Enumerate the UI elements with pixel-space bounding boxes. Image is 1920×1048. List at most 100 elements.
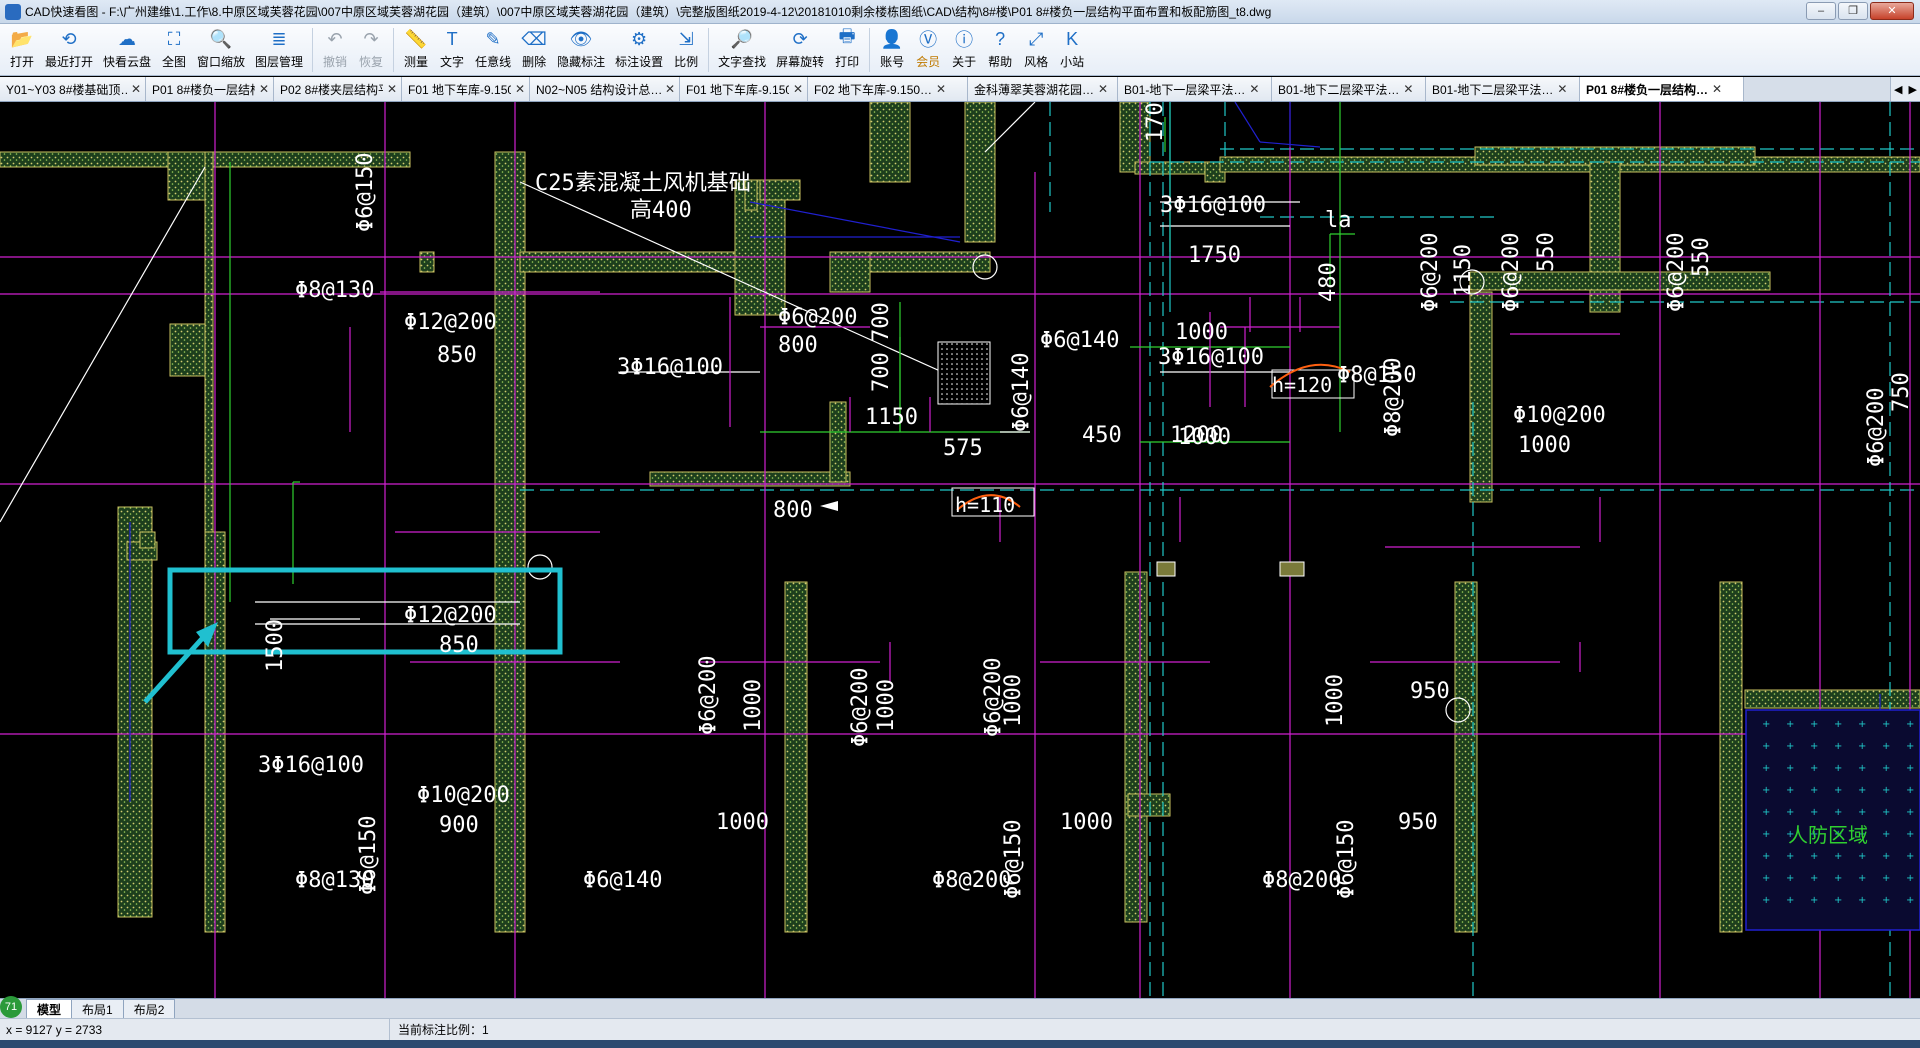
toolbar-help-button[interactable]: ? 帮助 bbox=[982, 24, 1018, 74]
toolbar-measure-button[interactable]: 📏 测量 bbox=[398, 24, 434, 74]
drawing-label: 950 bbox=[1398, 810, 1438, 835]
tab-close-icon[interactable]: ✕ bbox=[1249, 82, 1259, 96]
document-tab[interactable]: P01 8#楼负一层结构…✕ bbox=[1580, 77, 1744, 101]
drawing-label: 人防区域 bbox=[1788, 823, 1868, 847]
toolbar-folder-open-button[interactable]: 📂 打开 bbox=[4, 24, 40, 74]
cad-drawing[interactable]: + + + + + + + + + + + + + + + + + + + + + + + + + + + + + + + + + + + + + + + +… bbox=[0, 102, 1920, 998]
toolbar-text-search-button[interactable]: 🔎 文字查找 bbox=[713, 24, 771, 74]
document-tab[interactable]: P01 8#楼负一层结构…✕ bbox=[146, 77, 274, 101]
zone-mark: + bbox=[1834, 763, 1842, 774]
tab-scroll-right-icon[interactable]: ▶ bbox=[1909, 83, 1917, 96]
small-column bbox=[1156, 561, 1176, 577]
drawing-label: 1000 bbox=[874, 679, 899, 732]
document-tab[interactable]: B01-地下一层梁平法… ✕ bbox=[1118, 77, 1272, 101]
toolbar-label: 删除 bbox=[522, 55, 547, 69]
tab-close-icon[interactable]: ✕ bbox=[793, 82, 803, 96]
zone-mark: + bbox=[1786, 851, 1794, 862]
document-tab[interactable]: B01-地下二层梁平法… ✕ bbox=[1272, 77, 1426, 101]
layout-tab[interactable]: 模型 bbox=[26, 999, 73, 1018]
restore-button[interactable]: ❐ bbox=[1838, 2, 1868, 20]
toolbar-layers-button[interactable]: ≣ 图层管理 bbox=[250, 24, 308, 74]
toolbar-undo-button[interactable]: ↶ 撤销 bbox=[317, 24, 353, 74]
toolbar-info-button[interactable]: ⓘ 关于 bbox=[946, 24, 982, 74]
measure-icon: 📏 bbox=[404, 28, 428, 49]
toolbar-settings-button[interactable]: ⚙ 标注设置 bbox=[610, 24, 668, 74]
toolbar-redo-button[interactable]: ↷ 恢复 bbox=[353, 24, 389, 74]
tab-close-icon[interactable]: ✕ bbox=[131, 82, 141, 96]
zone-mark: + bbox=[1810, 763, 1818, 774]
layout-tab[interactable]: 布局2 bbox=[122, 999, 176, 1018]
toolbar-label: 小站 bbox=[1060, 55, 1085, 69]
notification-badge[interactable]: 71 bbox=[0, 996, 22, 1018]
toolbar-fit-view-button[interactable]: ⛶ 全图 bbox=[156, 24, 192, 74]
document-tab[interactable]: Y01~Y03 8#楼基础顶… ✕ bbox=[0, 77, 146, 101]
toolbar-text-button[interactable]: T 文字 bbox=[434, 24, 470, 74]
tab-close-icon[interactable]: ✕ bbox=[259, 82, 269, 96]
scale-icon: ⇲ bbox=[678, 28, 694, 49]
document-tab[interactable]: 金科薄翠芙蓉湖花园… ✕ bbox=[968, 77, 1118, 101]
document-tab-label: B01-地下二层梁平法… bbox=[1278, 82, 1400, 97]
tab-close-icon[interactable]: ✕ bbox=[387, 82, 397, 96]
layout-tab[interactable]: 布局1 bbox=[71, 999, 124, 1018]
document-tab[interactable]: F01 地下车库-9.150… ✕ bbox=[402, 77, 530, 101]
annotation-scale: 当前标注比例：1 bbox=[398, 1023, 489, 1037]
toolbar-user-button[interactable]: 👤 账号 bbox=[874, 24, 910, 74]
toolbar-label: 标注设置 bbox=[615, 55, 664, 69]
title-bar[interactable]: CAD快速看图 - F:\广州建维\1.工作\8.中原区域芙蓉花园\007中原区… bbox=[0, 0, 1920, 24]
toolbar-vip-button[interactable]: Ⓥ 会员 bbox=[910, 24, 946, 74]
toolbar-separator bbox=[393, 28, 395, 72]
text-search-icon: 🔎 bbox=[730, 28, 754, 49]
zone-mark: + bbox=[1882, 807, 1890, 818]
document-tabs: Y01~Y03 8#楼基础顶…✕P01 8#楼负一层结构…✕P02 8#楼夹层结… bbox=[0, 77, 1920, 102]
close-button[interactable]: ✕ bbox=[1870, 2, 1914, 20]
document-tab[interactable]: P02 8#楼夹层结构平… ✕ bbox=[274, 77, 402, 101]
toolbar-history-button[interactable]: ⟲ 最近打开 bbox=[40, 24, 98, 74]
tab-close-icon[interactable]: ✕ bbox=[1712, 82, 1722, 96]
zone-mark: + bbox=[1882, 785, 1890, 796]
zone-mark: + bbox=[1762, 851, 1770, 862]
document-tab[interactable]: B01-地下二层梁平法… ✕ bbox=[1426, 77, 1580, 101]
wall-hatch-group bbox=[0, 102, 1920, 933]
zone-mark: + bbox=[1882, 851, 1890, 862]
toolbar-label: 快看云盘 bbox=[103, 55, 152, 69]
cad-viewer-window: CAD快速看图 - F:\广州建维\1.工作\8.中原区域芙蓉花园\007中原区… bbox=[0, 0, 1920, 1048]
toolbar-eraser-button[interactable]: ⌫ 删除 bbox=[516, 24, 552, 74]
wall-segment bbox=[117, 506, 153, 918]
document-tab[interactable]: F01 地下车库-9.150… ✕ bbox=[680, 77, 808, 101]
toolbar-printer-button[interactable]: 🖶 打印 bbox=[829, 24, 865, 74]
drawing-label: 800 bbox=[778, 333, 818, 358]
drawing-label: 3Φ16@100 bbox=[1158, 345, 1264, 370]
toolbar-style-button[interactable]: ⤢ 风格 bbox=[1018, 24, 1054, 74]
tab-close-icon[interactable]: ✕ bbox=[665, 82, 675, 96]
user-icon: 👤 bbox=[880, 28, 904, 49]
tab-close-icon[interactable]: ✕ bbox=[515, 82, 525, 96]
drawing-canvas[interactable]: + + + + + + + + + + + + + + + + + + + + + + + + + + + + + + + + + + + + + + + +… bbox=[0, 102, 1920, 998]
toolbar-scale-button[interactable]: ⇲ 比例 bbox=[668, 24, 704, 74]
tab-close-icon[interactable]: ✕ bbox=[936, 82, 946, 96]
toolbar-label: 风格 bbox=[1024, 55, 1049, 69]
toolbar-eye-hide-button[interactable]: 👁 隐藏标注 bbox=[552, 24, 610, 74]
tab-close-icon[interactable]: ✕ bbox=[1098, 82, 1108, 96]
toolbar-zoom-window-button[interactable]: 🔍 窗口缩放 bbox=[192, 24, 250, 74]
drawing-label: 1150 bbox=[1451, 244, 1476, 297]
linework-group: + + + + + + + + + + + + + + + + + + + + + + + + + + + + + + + + + + + + + + + +… bbox=[0, 102, 1920, 998]
tab-close-icon[interactable]: ✕ bbox=[1403, 82, 1413, 96]
document-tab[interactable]: N02~N05 结构设计总… ✕ bbox=[530, 77, 680, 101]
wall-segment bbox=[419, 251, 435, 273]
toolbar-freeline-button[interactable]: ✎ 任意线 bbox=[470, 24, 516, 74]
document-tab[interactable]: F02 地下车库-9.150… ✕ bbox=[808, 77, 968, 101]
toolbar-label: 会员 bbox=[916, 55, 941, 69]
zone-mark: + bbox=[1786, 873, 1794, 884]
toolbar-site-button[interactable]: K 小站 bbox=[1054, 24, 1090, 74]
tab-scroll-left-icon[interactable]: ◀ bbox=[1894, 83, 1902, 96]
toolbar-rotate-screen-button[interactable]: ⟳ 屏幕旋转 bbox=[771, 24, 829, 74]
wall-segment bbox=[1454, 581, 1478, 933]
zone-mark: + bbox=[1786, 763, 1794, 774]
fan-foundation-block bbox=[937, 341, 991, 405]
wall-segment bbox=[784, 581, 808, 933]
zone-mark: + bbox=[1762, 807, 1770, 818]
minimize-button[interactable]: – bbox=[1806, 2, 1836, 20]
toolbar-cloud-button[interactable]: ☁ 快看云盘 bbox=[98, 24, 156, 74]
zone-mark: + bbox=[1762, 873, 1770, 884]
tab-close-icon[interactable]: ✕ bbox=[1557, 82, 1567, 96]
